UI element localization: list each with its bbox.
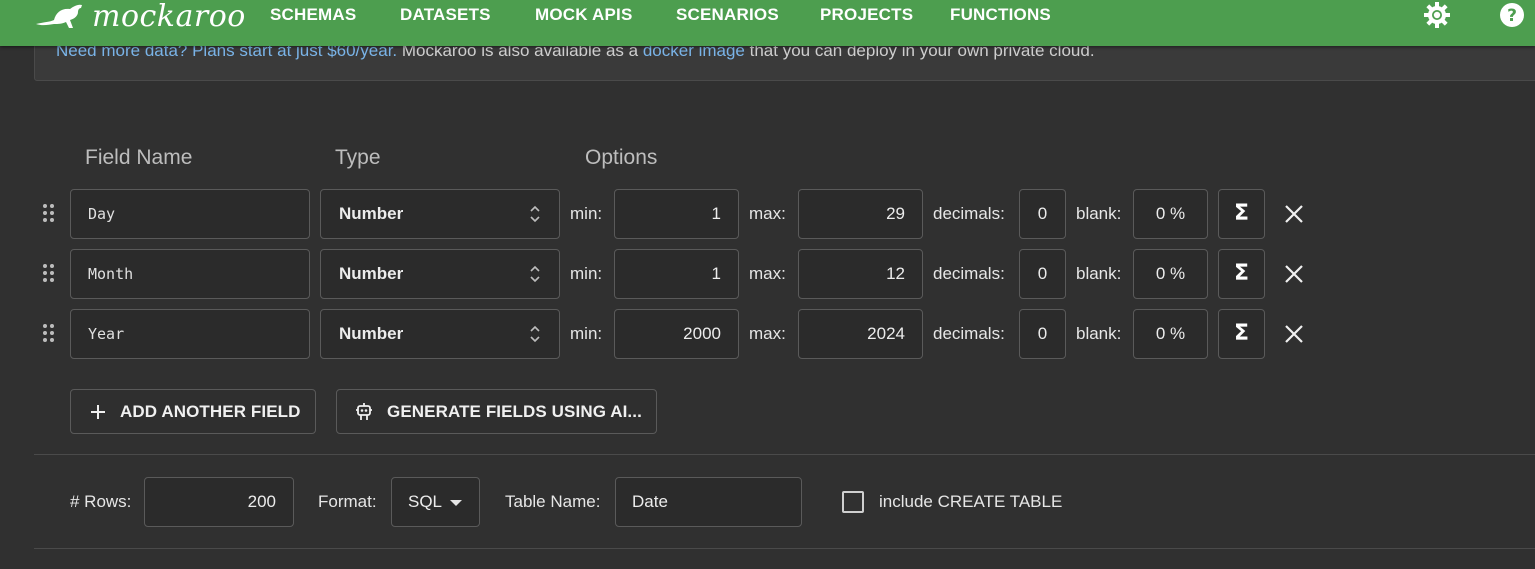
- nav-datasets[interactable]: DATASETS: [400, 5, 491, 25]
- divider: [34, 454, 1535, 455]
- max-label: max:: [749, 264, 786, 283]
- generate-fields-ai-button[interactable]: GENERATE FIELDS USING AI...: [336, 389, 657, 434]
- help-icon[interactable]: ?: [1499, 2, 1525, 28]
- decimals-input[interactable]: 0: [1019, 189, 1066, 239]
- add-another-field-label: ADD ANOTHER FIELD: [120, 401, 301, 421]
- add-another-field-button[interactable]: ADD ANOTHER FIELD: [70, 389, 316, 434]
- format-label: Format:: [318, 492, 377, 511]
- field-type-value: Number: [339, 324, 404, 343]
- min-input[interactable]: 2000: [614, 309, 739, 359]
- drag-handle-icon[interactable]: [43, 264, 55, 284]
- max-input[interactable]: 29: [798, 189, 923, 239]
- blank-label: blank:: [1076, 324, 1122, 343]
- drag-handle-icon[interactable]: [43, 204, 55, 224]
- column-header-field-name: Field Name: [85, 146, 193, 169]
- generate-fields-ai-label: GENERATE FIELDS USING AI...: [387, 401, 642, 421]
- nav-projects[interactable]: PROJECTS: [820, 5, 913, 25]
- svg-text:?: ?: [1507, 6, 1517, 26]
- drag-handle-icon[interactable]: [43, 324, 55, 344]
- nav-mock-apis[interactable]: MOCK APIS: [535, 5, 633, 25]
- max-input[interactable]: 12: [798, 249, 923, 299]
- nav-scenarios[interactable]: SCENARIOS: [676, 5, 779, 25]
- table-name-input[interactable]: Date: [615, 477, 802, 527]
- include-create-table-checkbox[interactable]: [842, 491, 864, 513]
- robot-icon: [356, 402, 372, 420]
- theme-icon[interactable]: [1424, 2, 1450, 28]
- min-label: min:: [570, 324, 603, 343]
- decimals-label: decimals:: [933, 204, 1005, 223]
- table-name-label: Table Name:: [505, 492, 601, 511]
- rows-label: # Rows:: [70, 492, 132, 511]
- sigma-icon: Σ: [1233, 321, 1250, 346]
- remove-field-close-icon[interactable]: [1283, 323, 1305, 345]
- field-type-select[interactable]: Number: [320, 309, 560, 359]
- divider: [34, 548, 1535, 549]
- sigma-formula-button[interactable]: Σ: [1218, 249, 1265, 299]
- mockaroo-logo[interactable]: mockaroo: [34, 0, 246, 34]
- format-select[interactable]: SQL: [391, 477, 480, 527]
- decimals-label: decimals:: [933, 264, 1005, 283]
- column-header-options: Options: [585, 146, 658, 169]
- blank-label: blank:: [1076, 204, 1122, 223]
- field-type-value: Number: [339, 264, 404, 283]
- min-input[interactable]: 1: [614, 189, 739, 239]
- caret-down-icon: [450, 500, 462, 506]
- max-input[interactable]: 2024: [798, 309, 923, 359]
- decimals-label: decimals:: [933, 324, 1005, 343]
- top-navbar: mockaroo SCHEMAS DATASETS MOCK APIS SCEN…: [0, 0, 1535, 46]
- field-name-input[interactable]: Year: [70, 309, 310, 359]
- plus-icon: [91, 404, 105, 419]
- remove-field-close-icon[interactable]: [1283, 263, 1305, 285]
- min-label: min:: [570, 264, 603, 283]
- field-type-select[interactable]: Number: [320, 249, 560, 299]
- kangaroo-icon: [36, 4, 82, 29]
- select-arrows-icon: [530, 325, 540, 343]
- min-label: min:: [570, 204, 603, 223]
- field-name-input[interactable]: Month: [70, 249, 310, 299]
- field-type-select[interactable]: Number: [320, 189, 560, 239]
- sigma-icon: Σ: [1233, 201, 1250, 226]
- sigma-formula-button[interactable]: Σ: [1218, 189, 1265, 239]
- logo-text: mockaroo: [92, 0, 246, 34]
- format-value: SQL: [408, 492, 443, 511]
- select-arrows-icon: [530, 265, 540, 283]
- blank-input[interactable]: 0 %: [1133, 249, 1208, 299]
- blank-label: blank:: [1076, 264, 1122, 283]
- column-header-type: Type: [335, 146, 381, 169]
- min-input[interactable]: 1: [614, 249, 739, 299]
- sigma-formula-button[interactable]: Σ: [1218, 309, 1265, 359]
- field-type-value: Number: [339, 204, 404, 223]
- blank-input[interactable]: 0 %: [1133, 309, 1208, 359]
- nav-schemas[interactable]: SCHEMAS: [270, 5, 356, 25]
- remove-field-close-icon[interactable]: [1283, 203, 1305, 225]
- include-create-table-label: include CREATE TABLE: [879, 492, 1063, 511]
- sigma-icon: Σ: [1233, 261, 1250, 286]
- decimals-input[interactable]: 0: [1019, 309, 1066, 359]
- decimals-input[interactable]: 0: [1019, 249, 1066, 299]
- max-label: max:: [749, 324, 786, 343]
- blank-input[interactable]: 0 %: [1133, 189, 1208, 239]
- max-label: max:: [749, 204, 786, 223]
- rows-input[interactable]: 200: [144, 477, 294, 527]
- select-arrows-icon: [530, 205, 540, 223]
- field-name-input[interactable]: Day: [70, 189, 310, 239]
- nav-functions[interactable]: FUNCTIONS: [950, 5, 1051, 25]
